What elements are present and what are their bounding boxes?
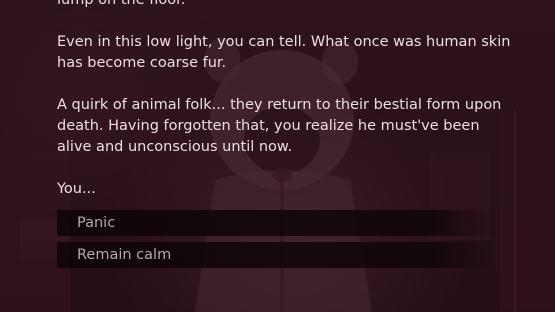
choice-remain-calm[interactable]: Remain calm — [57, 242, 497, 268]
story-prompt: You... — [57, 181, 96, 197]
story-paragraph: Even in this low light, you can tell. Wh… — [57, 34, 511, 71]
game-screen: lump on the floor. Even in this low ligh… — [0, 0, 555, 312]
story-paragraph: lump on the floor. — [57, 0, 186, 8]
choice-panic[interactable]: Panic — [57, 210, 497, 236]
choice-list: Panic Remain calm — [57, 210, 497, 274]
story-paragraph: A quirk of animal folk... they return to… — [57, 97, 502, 155]
story-text: lump on the floor. Even in this low ligh… — [57, 0, 517, 221]
